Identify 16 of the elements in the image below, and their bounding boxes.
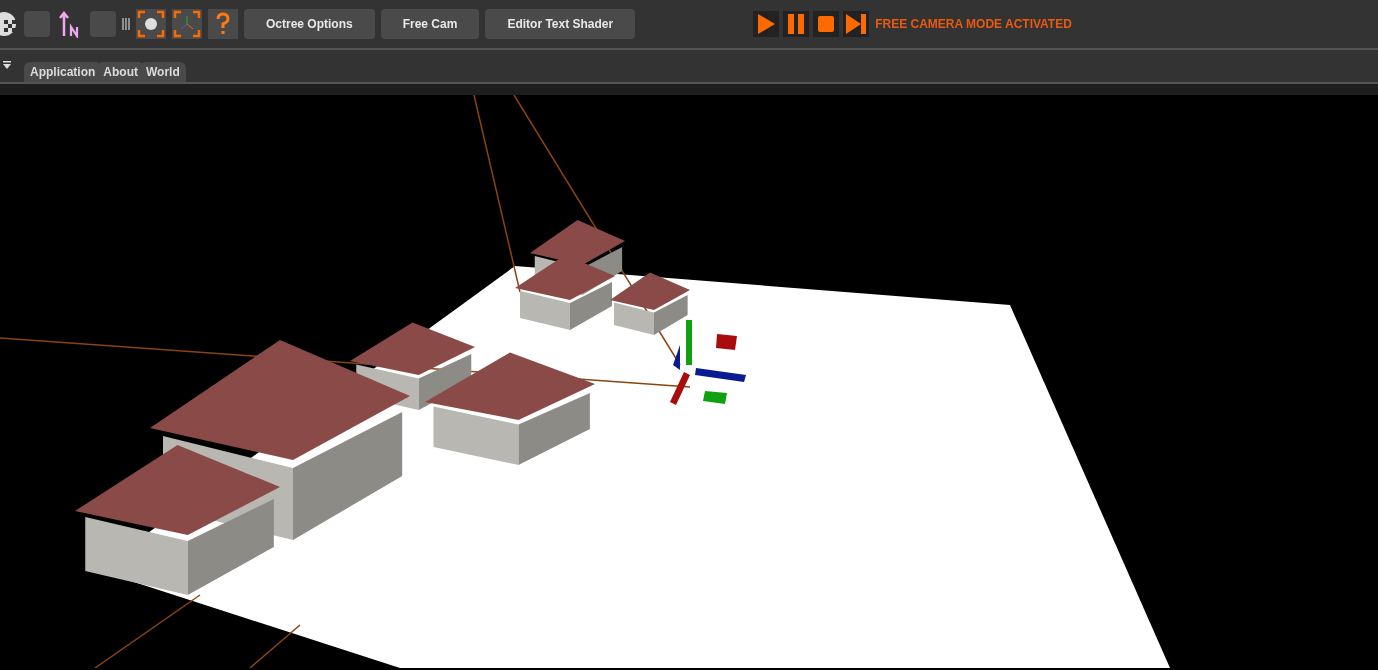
focus-sphere-icon[interactable]	[136, 9, 166, 39]
help-icon[interactable]	[208, 9, 238, 39]
stop-icon[interactable]	[813, 11, 840, 37]
toolbar-button[interactable]: Free Cam	[380, 9, 480, 39]
transform-gizmo[interactable]	[670, 320, 746, 405]
pause-icon[interactable]	[783, 11, 810, 37]
status-text: FREE CAMERA MODE ACTIVATED	[875, 16, 1072, 33]
toolbar-button[interactable]: Editor Text Shader	[485, 9, 636, 39]
tab[interactable]: About	[97, 62, 144, 82]
focus-axes-icon[interactable]	[172, 9, 202, 39]
step-forward-icon[interactable]	[843, 11, 870, 37]
play-icon[interactable]	[753, 11, 780, 37]
tab[interactable]: World	[140, 62, 186, 82]
grip-icon	[122, 18, 130, 30]
toolbar-button[interactable]: Octree Options	[244, 9, 375, 39]
dropdown-icon[interactable]	[2, 60, 12, 70]
